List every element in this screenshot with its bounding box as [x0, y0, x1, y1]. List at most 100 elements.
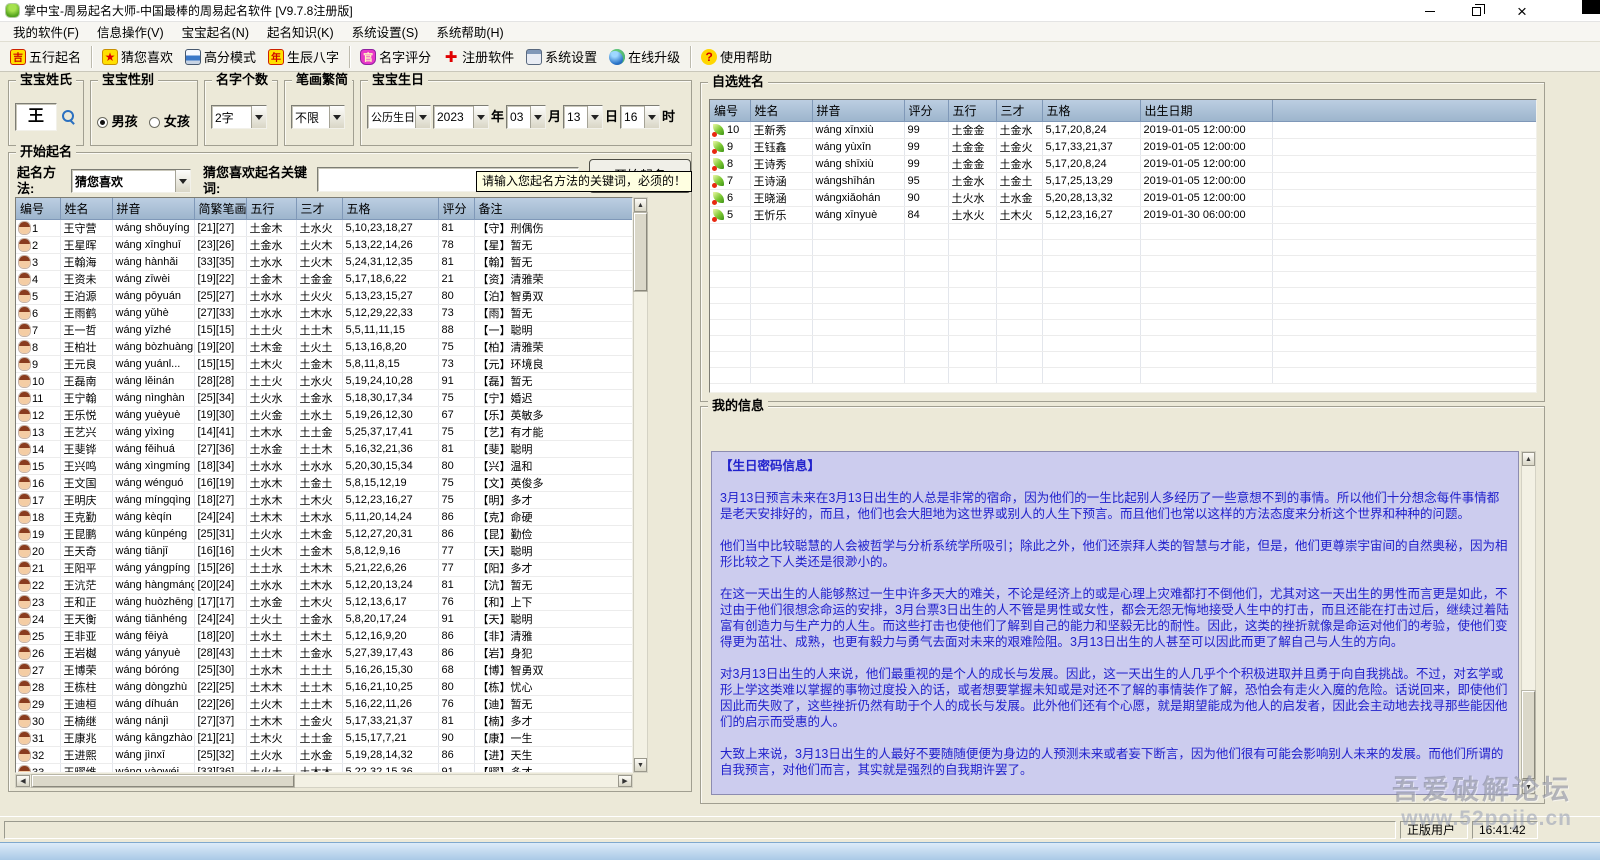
column-header[interactable]: 五行 — [948, 100, 996, 122]
table-row[interactable]: 10王新秀wáng xīnxiù99土金金土金水5,17,20,8,242019… — [710, 122, 1536, 139]
table-row[interactable]: 19王昆鹏wáng kūnpéng[25][31]土火水土木金5,12,27,2… — [16, 526, 632, 543]
table-row[interactable]: 23王和正wáng huòzhēng[17][17]土水金土木火5,12,13,… — [16, 594, 632, 611]
column-header[interactable]: 编号 — [16, 198, 60, 220]
table-row[interactable]: 7王诗涵wángshīhán95土金水土金土5,17,25,13,292019-… — [710, 173, 1536, 190]
table-row[interactable]: 29王迪桓wáng díhuán[22][26]土火木土土木5,16,22,11… — [16, 696, 632, 713]
radio-boy[interactable] — [97, 117, 108, 128]
column-header[interactable]: 姓名 — [60, 198, 112, 220]
chevron-down-icon[interactable] — [473, 106, 488, 128]
column-header[interactable]: 三才 — [996, 100, 1042, 122]
chevron-down-icon[interactable] — [415, 106, 430, 128]
menu-item-5[interactable]: 系统帮助(H) — [427, 20, 512, 43]
menu-item-2[interactable]: 宝宝起名(N) — [173, 20, 258, 43]
table-row[interactable]: 26王岩樾wáng yányuè[28][43]土土木土金水5,27,39,17… — [16, 645, 632, 662]
table-row[interactable]: 10王磊南wáng lěinán[28][28]土土火土水火5,19,24,10… — [16, 373, 632, 390]
table-row[interactable]: 31王康兆wáng kāngzhào[21][21]土木火土土金5,15,17,… — [16, 730, 632, 747]
radio-girl[interactable] — [149, 117, 160, 128]
column-header[interactable]: 评分 — [904, 100, 948, 122]
results-hscrollbar[interactable]: ◀ ▶ — [15, 774, 633, 788]
info-vscrollbar[interactable]: ▲ ▼ — [1521, 451, 1536, 795]
table-row[interactable]: 12王乐悦wáng yuèyuè[19][30]土火金土水土5,19,26,12… — [16, 407, 632, 424]
table-row[interactable]: 9王元良wáng yuánl...[15][15]土木火土金木5,8,11,8,… — [16, 356, 632, 373]
info-text-panel[interactable]: 【生日密码信息】 3月13日预言未来在3月13日出生的人总是非常的宿命，因为他们… — [711, 451, 1519, 795]
year-select[interactable]: 2023 — [433, 105, 489, 129]
table-row[interactable]: 4王资未wáng zīwèi[19][22]土金木土金金5,17,18,6,22… — [16, 271, 632, 288]
column-header[interactable]: 编号 — [710, 100, 750, 122]
scroll-down-icon[interactable]: ▼ — [634, 758, 647, 772]
table-row[interactable]: 14王斐铧wáng fěihuá[27][36]土水金土土木5,16,32,21… — [16, 441, 632, 458]
table-row[interactable]: 15王兴鸣wáng xìngmíng[18][34]土水水土水水5,20,30,… — [16, 458, 632, 475]
column-header[interactable]: 三才 — [296, 198, 342, 220]
table-row[interactable]: 1王守营wáng shǒuyíng[21][27]土金木土水火5,10,23,1… — [16, 220, 632, 237]
menu-item-4[interactable]: 系统设置(S) — [343, 20, 428, 43]
column-header[interactable]: 拼音 — [112, 198, 194, 220]
table-row[interactable]: 7王一哲wáng yīzhé[15][15]土土火土土木5,5,11,11,15… — [16, 322, 632, 339]
table-row[interactable]: 28王栋柱wáng dòngzhù[22][25]土木木土土木5,16,21,1… — [16, 679, 632, 696]
生辰八字-button[interactable]: 年生辰八字 — [262, 44, 345, 69]
五行起名-button[interactable]: 吉五行起名 — [4, 44, 87, 69]
table-row[interactable]: 2王星晖wáng xīnghuī[23][26]土金水土火木5,13,22,14… — [16, 237, 632, 254]
month-select[interactable]: 03 — [506, 105, 546, 129]
在线升级-button[interactable]: 在线升级 — [603, 44, 686, 69]
menu-item-0[interactable]: 我的软件(F) — [4, 20, 88, 43]
column-header[interactable]: 备注 — [474, 198, 632, 220]
column-header[interactable]: 出生日期 — [1140, 100, 1272, 122]
column-header[interactable]: 五格 — [342, 198, 438, 220]
method-select[interactable]: 猜您喜欢 — [71, 169, 191, 193]
table-row[interactable]: 24王天衡wáng tiānhéng[24][24]土火土土金水5,8,20,1… — [16, 611, 632, 628]
column-header[interactable]: 拼音 — [812, 100, 904, 122]
table-row[interactable]: 18王克勤wáng kèqín[24][24]土木木土木水5,11,20,14,… — [16, 509, 632, 526]
table-row[interactable]: 13王艺兴wáng yìxìng[14][41]土木水土土金5,25,37,17… — [16, 424, 632, 441]
table-row[interactable]: 33王曜维wáng yàowéi[33][36]土火土土木木5,22,32,15… — [16, 764, 632, 774]
scroll-up-icon[interactable]: ▲ — [1522, 452, 1535, 466]
scroll-left-icon[interactable]: ◀ — [16, 775, 30, 787]
table-row[interactable]: 22王沆茫wáng hàngmáng[20][24]土水水土木水5,12,20,… — [16, 577, 632, 594]
hour-select[interactable]: 16 — [620, 105, 660, 129]
vscroll-thumb[interactable] — [1522, 691, 1535, 779]
chevron-down-icon[interactable] — [329, 106, 344, 128]
table-row[interactable]: 16王文国wáng wénguó[16][19]土水木土金土5,8,15,12,… — [16, 475, 632, 492]
hscroll-thumb[interactable] — [32, 775, 294, 787]
table-row[interactable]: 32王进熙wáng jìnxī[25][32]土火水土水金5,19,28,14,… — [16, 747, 632, 764]
column-header[interactable]: 简繁笔画 — [194, 198, 246, 220]
column-header[interactable]: 评分 — [438, 198, 474, 220]
注册软件-button[interactable]: ✚注册软件 — [437, 44, 520, 69]
table-row[interactable]: 6王晓涵wángxiǎohán90土火水土水金5,20,28,13,322019… — [710, 190, 1536, 207]
table-row[interactable]: 21王阳平wáng yángpíng[15][26]土土水土木木5,21,22,… — [16, 560, 632, 577]
table-row[interactable]: 9王钰鑫wáng yùxīn99土金金土金火5,17,33,21,372019-… — [710, 139, 1536, 156]
table-row[interactable]: 6王雨鹤wáng yǔhè[27][33]土水水土木水5,12,29,22,33… — [16, 305, 632, 322]
table-row[interactable]: 3王翰海wáng hànhǎi[33][35]土水水土火木5,24,31,12,… — [16, 254, 632, 271]
restore-button[interactable] — [1453, 0, 1499, 22]
surname-input[interactable]: 王 — [15, 103, 57, 131]
scroll-down-icon[interactable]: ▼ — [1522, 780, 1535, 794]
table-row[interactable]: 5王泊源wáng pōyuán[25][27]土水水土火火5,13,23,15,… — [16, 288, 632, 305]
chevron-down-icon[interactable] — [644, 106, 659, 128]
name-count-select[interactable]: 2字 — [211, 105, 267, 129]
column-header[interactable]: 五行 — [246, 198, 296, 220]
table-row[interactable]: 27王博荣wáng bóróng[25][30]土水木土土土5,16,26,15… — [16, 662, 632, 679]
table-row[interactable]: 20王天奇wáng tiānjī[16][16]土火木土金木5,8,12,9,1… — [16, 543, 632, 560]
strokes-select[interactable]: 不限 — [291, 105, 345, 129]
高分模式-button[interactable]: 高分模式 — [179, 44, 262, 69]
menu-item-3[interactable]: 起名知识(K) — [258, 20, 343, 43]
table-row[interactable]: 8王诗秀wáng shīxiù99土金金土金水5,17,20,8,242019-… — [710, 156, 1536, 173]
猜您喜欢-button[interactable]: ★猜您喜欢 — [96, 44, 179, 69]
chevron-down-icon[interactable] — [530, 106, 545, 128]
table-row[interactable]: 25王非亚wáng fēiyà[18][20]土水土土木土5,12,16,9,2… — [16, 628, 632, 645]
系统设置-button[interactable]: 系统设置 — [520, 44, 603, 69]
minimize-button[interactable] — [1407, 0, 1453, 22]
table-row[interactable]: 11王宁翰wáng nìnghàn[25][34]土火水土金水5,18,30,1… — [16, 390, 632, 407]
column-header[interactable]: 姓名 — [750, 100, 812, 122]
table-row[interactable]: 5王忻乐wáng xīnyuè84土水火土木火5,12,23,16,272019… — [710, 207, 1536, 224]
column-header[interactable] — [1272, 100, 1536, 122]
chevron-down-icon[interactable] — [587, 106, 602, 128]
table-row[interactable]: 8王柏壮wáng bòzhuàng[19][20]土木金土火土5,13,16,8… — [16, 339, 632, 356]
scroll-up-icon[interactable]: ▲ — [634, 198, 647, 212]
vscroll-thumb[interactable] — [634, 213, 647, 291]
table-row[interactable]: 17王明庆wáng míngqìng[18][27]土水木土木火5,12,23,… — [16, 492, 632, 509]
search-icon[interactable] — [61, 109, 77, 125]
chevron-down-icon[interactable] — [251, 106, 266, 128]
scroll-right-icon[interactable]: ▶ — [618, 775, 632, 787]
名字评分-button[interactable]: 官名字评分 — [354, 44, 437, 69]
results-vscrollbar[interactable]: ▲ ▼ — [633, 197, 648, 773]
